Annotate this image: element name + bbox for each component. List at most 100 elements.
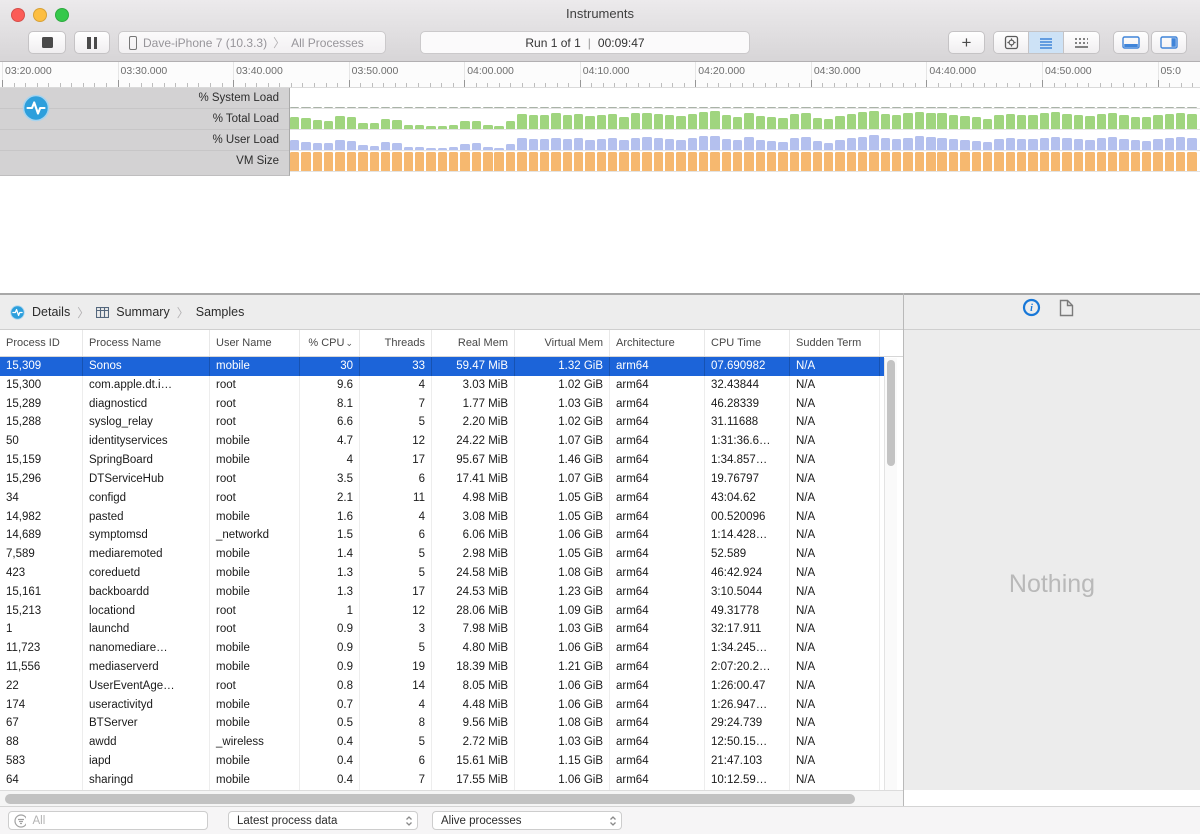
data-source-popup[interactable]: Latest process data — [228, 811, 418, 830]
column-header-spacer — [880, 330, 903, 356]
ruler-tick — [707, 83, 708, 87]
table-row[interactable]: 67BTServermobile0.589.56 MiB1.08 GiBarm6… — [0, 714, 884, 733]
table-cell: 15,213 — [0, 602, 83, 621]
add-instrument-button[interactable]: + — [948, 31, 985, 54]
table-row[interactable]: 1launchdroot0.937.98 MiB1.03 GiBarm6432:… — [0, 620, 884, 639]
track-lane[interactable] — [290, 130, 1200, 151]
table-row[interactable]: 11,723nanomediare…mobile0.954.80 MiB1.06… — [0, 639, 884, 658]
track-chart[interactable] — [290, 88, 1200, 176]
table-row[interactable]: 7,589mediaremotedmobile1.452.98 MiB1.05 … — [0, 545, 884, 564]
chart-bar — [619, 117, 628, 129]
pause-button[interactable] — [74, 31, 110, 54]
track-lane[interactable] — [290, 151, 1200, 172]
grid-view-button[interactable] — [1064, 32, 1099, 53]
ruler-tick — [961, 83, 962, 87]
column-header-process-id[interactable]: Process ID — [0, 330, 83, 356]
extended-detail-info-icon[interactable]: i — [1022, 298, 1041, 317]
target-selector[interactable]: Dave-iPhone 7 (10.3.3) 〉 All Processes — [118, 31, 386, 54]
table-row[interactable]: 15,289diagnosticdroot8.171.77 MiB1.03 Gi… — [0, 395, 884, 414]
svg-text:i: i — [1030, 303, 1033, 314]
table-row[interactable]: 15,288syslog_relayroot6.652.20 MiB1.02 G… — [0, 413, 884, 432]
column-header-process-name[interactable]: Process Name — [83, 330, 210, 356]
ruler-tick — [1146, 83, 1147, 87]
timeline-ruler[interactable]: 03:20.00003:30.00003:40.00003:50.00004:0… — [0, 62, 1200, 88]
ruler-tick — [545, 83, 546, 87]
column-header--cpu[interactable]: % CPU⌄ — [300, 330, 360, 356]
breadcrumb-summary[interactable]: Summary — [116, 305, 169, 319]
column-header-virtual-mem[interactable]: Virtual Mem — [515, 330, 610, 356]
track-lane[interactable] — [290, 109, 1200, 130]
chart-bar — [983, 119, 992, 129]
process-lifetime-popup[interactable]: Alive processes — [432, 811, 622, 830]
column-header-threads[interactable]: Threads — [360, 330, 432, 356]
chart-bar — [1074, 107, 1083, 108]
vertical-scrollbar-thumb[interactable] — [887, 360, 895, 466]
stop-record-button[interactable] — [28, 31, 66, 54]
chart-bar — [438, 152, 447, 171]
table-cell: 1.46 GiB — [515, 451, 610, 470]
chart-bar — [835, 107, 844, 108]
column-header-user-name[interactable]: User Name — [210, 330, 300, 356]
chart-bar — [290, 140, 299, 150]
filter-input[interactable] — [30, 814, 202, 828]
table-row[interactable]: 14,689symptomsd_networkd1.566.06 MiB1.06… — [0, 526, 884, 545]
table-row[interactable]: 174useractivitydmobile0.744.48 MiB1.06 G… — [0, 696, 884, 715]
table-cell: 29:24.739 — [705, 714, 790, 733]
table-cell: 15,289 — [0, 395, 83, 414]
breadcrumb-samples[interactable]: Samples — [196, 305, 245, 319]
activity-monitor-track-header[interactable]: % System Load% Total Load% User LoadVM S… — [0, 88, 290, 176]
table-row[interactable]: 14,982pastedmobile1.643.08 MiB1.05 GiBar… — [0, 508, 884, 527]
table-row[interactable]: 22UserEventAge…root0.8148.05 MiB1.06 GiB… — [0, 677, 884, 696]
chart-bar — [688, 138, 697, 150]
instruments-window: Instruments Dave-iPhone 7 (10.3.3) 〉 All… — [0, 0, 1200, 834]
table-cell: 1.06 GiB — [515, 696, 610, 715]
chart-bar — [301, 152, 310, 171]
table-row[interactable]: 15,159SpringBoardmobile41795.67 MiB1.46 … — [0, 451, 884, 470]
horizontal-scrollbar-thumb[interactable] — [5, 794, 855, 804]
table-row[interactable]: 64sharingdmobile0.4717.55 MiB1.06 GiBarm… — [0, 771, 884, 790]
ruler-tick — [71, 83, 72, 87]
chart-bar — [1142, 117, 1151, 129]
table-cell: arm64 — [610, 602, 705, 621]
table-cell: diagnosticd — [83, 395, 210, 414]
record-settings-button[interactable] — [994, 32, 1029, 53]
table-cell: N/A — [790, 564, 880, 583]
table-cell: root — [210, 395, 300, 414]
horizontal-scrollbar[interactable] — [0, 790, 903, 806]
vertical-scrollbar[interactable] — [884, 358, 897, 790]
column-header-cpu-time[interactable]: CPU Time — [705, 330, 790, 356]
chart-bar — [1017, 152, 1026, 171]
chart-bar — [835, 152, 844, 171]
table-row[interactable]: 15,161backboarddmobile1.31724.53 MiB1.23… — [0, 583, 884, 602]
chart-bar — [881, 138, 890, 150]
table-row[interactable]: 15,300com.apple.dt.i…root9.643.03 MiB1.0… — [0, 376, 884, 395]
filter-field[interactable] — [8, 811, 208, 830]
document-inspector-icon[interactable] — [1059, 299, 1074, 317]
table-row[interactable]: 583iapdmobile0.4615.61 MiB1.15 GiBarm642… — [0, 752, 884, 771]
toggle-bottom-pane-button[interactable] — [1113, 31, 1149, 54]
ruler-tick — [510, 83, 511, 87]
table-row[interactable]: 423coreduetdmobile1.3524.58 MiB1.08 GiBa… — [0, 564, 884, 583]
chart-bar — [1040, 152, 1049, 171]
table-cell: 31.11688 — [705, 413, 790, 432]
table-row[interactable]: 15,296DTServiceHubroot3.5617.41 MiB1.07 … — [0, 470, 884, 489]
table-cell: nanomediare… — [83, 639, 210, 658]
table-cell: 9.56 MiB — [432, 714, 515, 733]
table-row[interactable]: 34configdroot2.1114.98 MiB1.05 GiBarm644… — [0, 489, 884, 508]
list-view-button[interactable] — [1029, 32, 1064, 53]
table-row[interactable]: 15,309Sonosmobile303359.47 MiB1.32 GiBar… — [0, 357, 884, 376]
table-row[interactable]: 88awdd_wireless0.452.72 MiB1.03 GiBarm64… — [0, 733, 884, 752]
track-lane[interactable] — [290, 88, 1200, 109]
table-row[interactable]: 50identityservicesmobile4.71224.22 MiB1.… — [0, 432, 884, 451]
column-header-architecture[interactable]: Architecture — [610, 330, 705, 356]
toggle-right-pane-button[interactable] — [1151, 31, 1187, 54]
column-header-sudden-term[interactable]: Sudden Term — [790, 330, 880, 356]
table-row[interactable]: 15,213locationdroot11228.06 MiB1.09 GiBa… — [0, 602, 884, 621]
table-cell: 32:17.911 — [705, 620, 790, 639]
column-header-real-mem[interactable]: Real Mem — [432, 330, 515, 356]
table-row[interactable]: 11,556mediaserverdmobile0.91918.39 MiB1.… — [0, 658, 884, 677]
chart-bar — [574, 138, 583, 150]
ruler-tick — [487, 83, 488, 87]
run-status-display[interactable]: Run 1 of 1 | 00:09:47 — [420, 31, 750, 54]
breadcrumb-details[interactable]: Details — [32, 305, 70, 319]
